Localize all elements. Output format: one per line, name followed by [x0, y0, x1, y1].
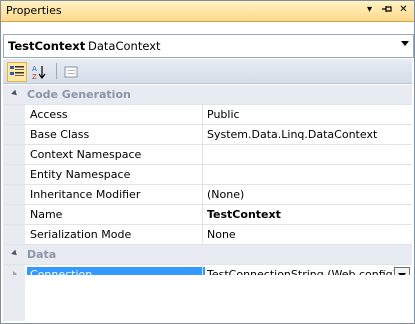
- property-pages-button[interactable]: [61, 62, 81, 82]
- property-row-name[interactable]: Name TestContext: [3, 205, 412, 225]
- property-value[interactable]: TestContext: [207, 207, 281, 223]
- alphabetical-button[interactable]: A Z: [29, 62, 49, 82]
- dropdown-icon[interactable]: ▾: [363, 3, 376, 17]
- property-row-entity-namespace[interactable]: Entity Namespace: [3, 165, 412, 185]
- close-icon[interactable]: ✕: [397, 3, 410, 17]
- property-value[interactable]: Public: [207, 107, 240, 123]
- svg-text:Z: Z: [32, 73, 37, 80]
- category-code-generation[interactable]: Code Generation: [3, 85, 412, 105]
- grid-empty-area: [3, 275, 412, 321]
- properties-toolbar: A Z: [3, 59, 412, 84]
- category-label: Data: [27, 248, 57, 261]
- toolbar-separator: [56, 63, 57, 79]
- property-name: Base Class: [30, 128, 90, 141]
- property-name: Entity Namespace: [30, 168, 131, 181]
- collapse-icon[interactable]: [11, 89, 19, 98]
- alphabetical-icon: A Z: [32, 65, 46, 80]
- properties-window: Properties ▾ ✕ TestContext DataContext A: [0, 0, 415, 324]
- property-value[interactable]: None: [207, 227, 236, 243]
- object-type: DataContext: [88, 39, 161, 53]
- category-label: Code Generation: [27, 88, 131, 101]
- title-bar: Properties ▾ ✕: [1, 1, 414, 22]
- collapse-icon[interactable]: [11, 249, 19, 258]
- property-pages-icon: [64, 66, 78, 78]
- chevron-down-icon[interactable]: [401, 41, 409, 46]
- object-selector[interactable]: TestContext DataContext: [3, 34, 414, 58]
- property-value[interactable]: (None): [207, 187, 244, 203]
- object-name: TestContext: [8, 39, 86, 53]
- property-row-serialization-mode[interactable]: Serialization Mode None: [3, 225, 412, 245]
- property-name: Serialization Mode: [30, 228, 132, 241]
- property-row-access[interactable]: Access Public: [3, 105, 412, 125]
- property-name: Access: [30, 108, 68, 121]
- svg-text:A: A: [32, 65, 37, 73]
- property-row-inheritance-modifier[interactable]: Inheritance Modifier (None): [3, 185, 412, 205]
- property-row-context-namespace[interactable]: Context Namespace: [3, 145, 412, 165]
- property-name: Context Namespace: [30, 148, 142, 161]
- window-title: Properties: [6, 4, 62, 17]
- pin-icon[interactable]: [380, 3, 393, 17]
- property-grid: Code Generation Access Public Base Class…: [3, 85, 412, 285]
- categorized-icon: [10, 66, 24, 76]
- property-name: Name: [30, 208, 63, 221]
- categorized-button[interactable]: [7, 62, 27, 82]
- property-row-base-class[interactable]: Base Class System.Data.Linq.DataContext: [3, 125, 412, 145]
- property-name: Inheritance Modifier: [30, 188, 141, 201]
- property-value[interactable]: System.Data.Linq.DataContext: [207, 127, 377, 143]
- category-data[interactable]: Data: [3, 245, 412, 265]
